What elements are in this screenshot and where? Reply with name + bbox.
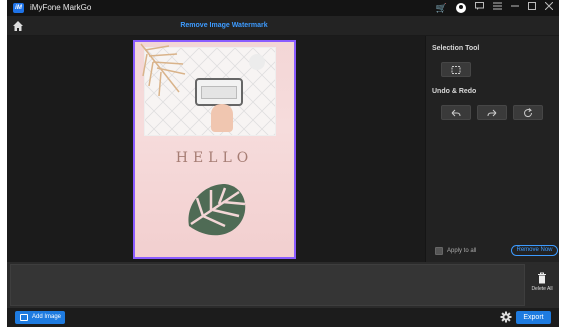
photo-section [140,43,275,135]
image-text: HELLO [175,150,254,166]
cart-icon[interactable]: 🛒 [436,0,447,16]
delete-all-label: Delete All [531,286,553,292]
selection-tool-heading: Selection Tool [432,45,480,52]
monstera-leaf-graphic [188,184,246,236]
apply-to-all-label: Apply to all [447,248,477,254]
add-image-label: Add Image [32,314,62,320]
maximize-icon[interactable] [528,0,536,16]
reset-button[interactable] [513,105,543,120]
apply-to-all-checkbox[interactable] [435,247,443,255]
footer-bar: Add Image Export [7,308,559,327]
minimize-icon[interactable] [511,0,519,16]
apply-to-all-option[interactable]: Apply to all [435,247,476,255]
add-image-icon [20,314,28,321]
rectangle-select-button[interactable] [441,62,471,77]
menu-icon[interactable] [493,0,502,16]
tool-panel: Selection Tool Undo & Redo Apply to all … [425,36,559,262]
hand-graphic [211,104,233,132]
export-button[interactable]: Export [516,311,551,324]
title-bar-controls: 🛒 [436,0,554,16]
image-canvas[interactable]: HELLO [7,36,425,262]
rectangle-select-icon [451,65,461,74]
close-icon[interactable] [544,0,554,16]
palm-leaf-graphic [140,43,186,97]
lamp-graphic [249,54,265,70]
thumbnail-strip[interactable] [10,264,525,306]
header-bar: Remove Image Watermark [7,16,559,36]
preview-image[interactable]: HELLO [133,40,296,259]
phone-graphic [195,78,243,106]
right-edge [559,0,565,327]
trash-icon [538,272,546,284]
page-title: Remove Image Watermark [180,22,268,29]
gear-icon[interactable] [500,311,512,323]
undo-icon [451,109,461,116]
delete-all-button[interactable]: Delete All [529,272,555,292]
message-icon[interactable] [475,0,484,16]
reset-icon [524,107,533,117]
app-title: iMyFone MarkGo [30,3,92,12]
left-edge [0,0,7,327]
redo-icon [487,109,497,116]
undo-button[interactable] [441,105,471,120]
app-window: iM iMyFone MarkGo 🛒 Remove Image Waterma… [7,0,559,327]
app-logo: iM [13,3,24,13]
redo-button[interactable] [477,105,507,120]
add-image-button[interactable]: Add Image [15,311,65,324]
title-bar: iM iMyFone MarkGo 🛒 [7,0,559,16]
user-icon[interactable] [456,3,466,13]
undo-redo-heading: Undo & Redo [432,88,477,95]
remove-now-button[interactable]: Remove Now [511,245,558,256]
